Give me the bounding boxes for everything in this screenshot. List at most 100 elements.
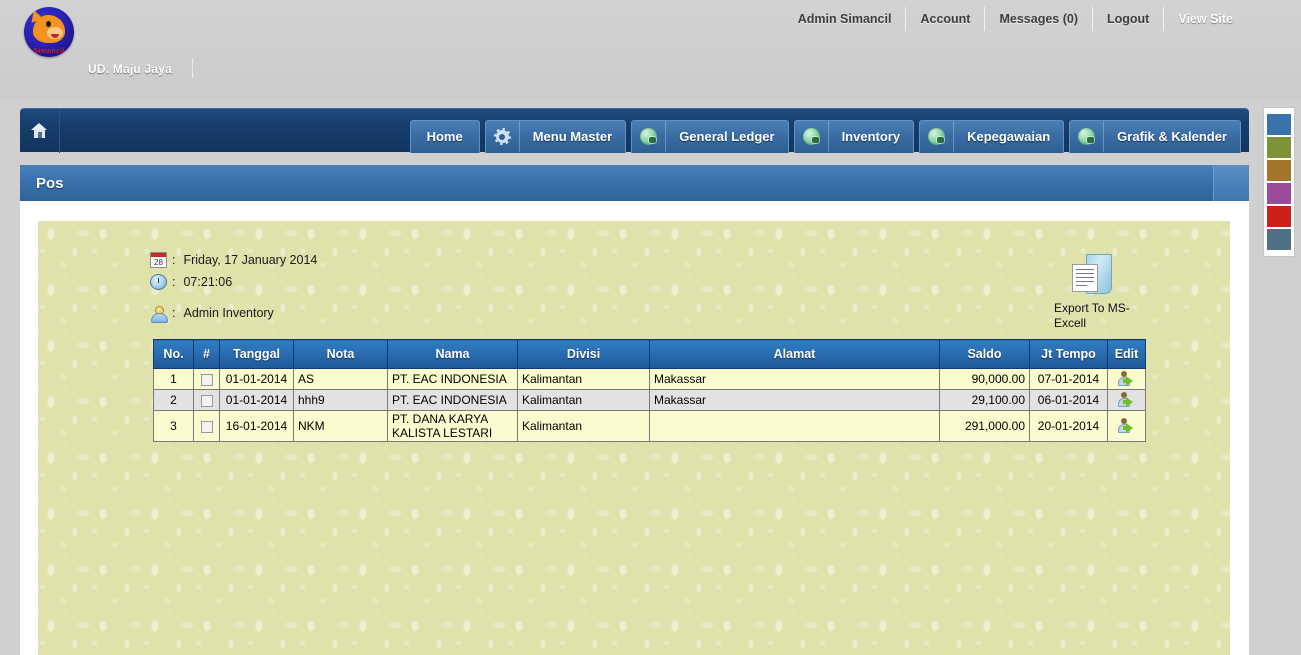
nav-items: Home Menu Master General Ledger Inventor… <box>405 109 1249 153</box>
globe-icon <box>1070 121 1104 152</box>
calendar-icon <box>150 252 167 268</box>
cell-select <box>194 390 220 411</box>
col-header-tanggal[interactable]: Tanggal <box>220 340 294 369</box>
house-door-shape <box>38 132 42 138</box>
info-date-separator: : <box>172 253 175 267</box>
edit-user-icon[interactable] <box>1118 392 1136 408</box>
info-row-user: : Admin Inventory <box>150 302 317 324</box>
cell-saldo: 291,000.00 <box>940 411 1030 442</box>
logo-eye <box>46 21 51 27</box>
theme-swatch-red[interactable] <box>1267 206 1291 227</box>
nav-item-inventory-label: Inventory <box>829 121 914 152</box>
company-name: UD. Maju Jaya <box>88 62 172 76</box>
globe-icon <box>920 121 954 152</box>
nav-item-menu-master-label: Menu Master <box>520 121 625 152</box>
header-divider <box>192 58 193 78</box>
edit-user-icon[interactable] <box>1118 418 1136 434</box>
row-checkbox[interactable] <box>201 395 213 407</box>
theme-swatch-olive[interactable] <box>1267 137 1291 158</box>
account-nav-item-account[interactable]: Account <box>906 7 985 31</box>
table-row: 1 01-01-2014 AS PT. EAC INDONESIA Kalima… <box>154 369 1146 390</box>
col-header-jt-tempo[interactable]: Jt Tempo <box>1030 340 1108 369</box>
col-header-nama[interactable]: Nama <box>388 340 518 369</box>
cell-divisi: Kalimantan <box>518 369 650 390</box>
cell-nota: NKM <box>294 411 388 442</box>
cell-divisi: Kalimantan <box>518 390 650 411</box>
info-time-separator: : <box>172 275 175 289</box>
table-header-row: No. # Tanggal Nota Nama Divisi Alamat Sa… <box>154 340 1146 369</box>
info-row-time: : 07:21:06 <box>150 271 317 293</box>
row-checkbox[interactable] <box>201 421 213 433</box>
excel-icon-front-page <box>1072 264 1098 292</box>
content-panel: : Friday, 17 January 2014 : 07:21:06 : A… <box>20 201 1249 655</box>
info-date-value: Friday, 17 January 2014 <box>183 253 317 267</box>
cell-alamat: Makassar <box>650 369 940 390</box>
cell-edit <box>1108 411 1146 442</box>
col-header-saldo[interactable]: Saldo <box>940 340 1030 369</box>
account-nav-item-messages[interactable]: Messages (0) <box>985 7 1093 31</box>
nav-home-icon[interactable] <box>20 109 60 153</box>
cell-jt-tempo: 07-01-2014 <box>1030 369 1108 390</box>
globe-icon <box>632 121 666 152</box>
col-header-no[interactable]: No. <box>154 340 194 369</box>
col-header-select[interactable]: # <box>194 340 220 369</box>
cell-alamat <box>650 411 940 442</box>
cell-tanggal: 01-01-2014 <box>220 369 294 390</box>
account-nav-item-view-site[interactable]: View Site <box>1164 7 1247 31</box>
export-to-excel-label: Export To MS-Excell <box>1054 301 1154 331</box>
cell-jt-tempo: 20-01-2014 <box>1030 411 1108 442</box>
cell-no: 2 <box>154 390 194 411</box>
info-user-separator: : <box>172 306 175 320</box>
cell-alamat: Makassar <box>650 390 940 411</box>
table-row: 2 01-01-2014 hhh9 PT. EAC INDONESIA Kali… <box>154 390 1146 411</box>
theme-swatch-purple[interactable] <box>1267 183 1291 204</box>
cell-divisi: Kalimantan <box>518 411 650 442</box>
house-icon <box>31 123 48 138</box>
page-title-corner-tab[interactable] <box>1213 165 1249 201</box>
info-user-value: Admin Inventory <box>183 306 273 320</box>
cell-nama: PT. EAC INDONESIA <box>388 369 518 390</box>
main-nav-bar: Home Menu Master General Ledger Inventor… <box>20 108 1249 152</box>
theme-swatch-blue[interactable] <box>1267 114 1291 135</box>
account-nav-item-logout[interactable]: Logout <box>1093 7 1164 31</box>
cell-nama: PT. DANA KARYA KALISTA LESTARI <box>388 411 518 442</box>
nav-item-menu-master[interactable]: Menu Master <box>485 120 626 153</box>
col-header-divisi[interactable]: Divisi <box>518 340 650 369</box>
nav-item-inventory[interactable]: Inventory <box>794 120 915 153</box>
top-header: Simancil UD. Maju Jaya Admin Simancil Ac… <box>0 0 1301 98</box>
edit-user-icon[interactable] <box>1118 371 1136 387</box>
info-block: : Friday, 17 January 2014 : 07:21:06 : A… <box>150 249 317 324</box>
nav-item-general-ledger[interactable]: General Ledger <box>631 120 788 153</box>
account-nav-item-admin[interactable]: Admin Simancil <box>784 7 907 31</box>
user-icon <box>150 305 167 321</box>
site-logo[interactable]: Simancil <box>24 7 74 57</box>
globe-icon <box>795 121 829 152</box>
cell-edit <box>1108 369 1146 390</box>
theme-swatch-slate[interactable] <box>1267 229 1291 250</box>
patterned-content-area: : Friday, 17 January 2014 : 07:21:06 : A… <box>38 221 1230 655</box>
nav-item-kepegawaian-label: Kepegawaian <box>954 121 1063 152</box>
gear-icon <box>486 121 520 152</box>
nav-item-home[interactable]: Home <box>410 120 480 153</box>
nav-item-home-label: Home <box>411 121 479 152</box>
cell-select <box>194 411 220 442</box>
cell-saldo: 90,000.00 <box>940 369 1030 390</box>
cell-tanggal: 01-01-2014 <box>220 390 294 411</box>
data-table-wrap: No. # Tanggal Nota Nama Divisi Alamat Sa… <box>153 339 1146 442</box>
cell-select <box>194 369 220 390</box>
nav-item-general-ledger-label: General Ledger <box>666 121 787 152</box>
export-to-excel-button[interactable]: Export To MS-Excell <box>1054 254 1154 331</box>
row-checkbox[interactable] <box>201 374 213 386</box>
col-header-alamat[interactable]: Alamat <box>650 340 940 369</box>
nav-item-kepegawaian[interactable]: Kepegawaian <box>919 120 1064 153</box>
cell-no: 1 <box>154 369 194 390</box>
nav-item-grafik-kalender[interactable]: Grafik & Kalender <box>1069 120 1241 153</box>
page-title-bar: Pos <box>20 165 1249 201</box>
theme-swatch-brown[interactable] <box>1267 160 1291 181</box>
col-header-nota[interactable]: Nota <box>294 340 388 369</box>
col-header-edit[interactable]: Edit <box>1108 340 1146 369</box>
pos-data-table: No. # Tanggal Nota Nama Divisi Alamat Sa… <box>153 339 1146 442</box>
account-nav: Admin Simancil Account Messages (0) Logo… <box>784 7 1247 31</box>
excel-document-icon <box>1072 254 1118 298</box>
logo-wordmark: Simancil <box>24 48 74 55</box>
